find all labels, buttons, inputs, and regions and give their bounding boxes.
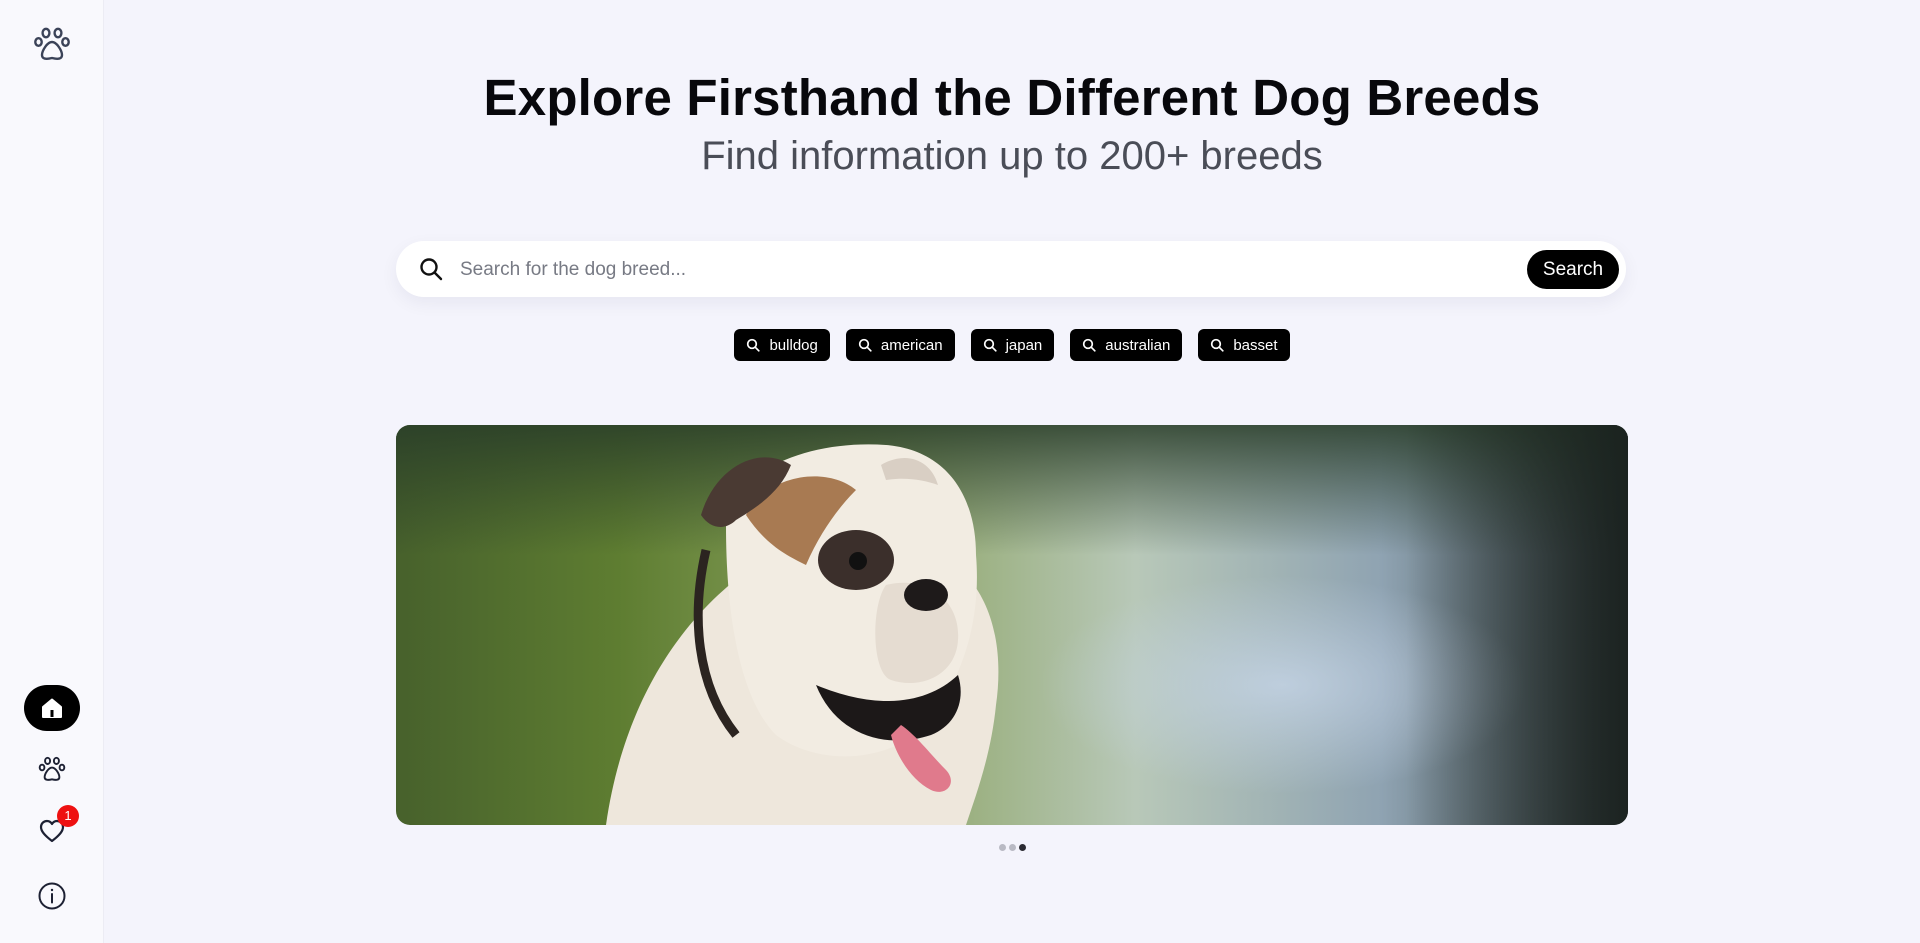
chip-label: american	[880, 336, 943, 354]
paw-icon	[38, 756, 66, 781]
bulldog-photo	[606, 444, 999, 825]
suggestion-chip-bulldog[interactable]: bulldog	[734, 329, 830, 361]
carousel-indicators	[104, 844, 1920, 851]
paw-logo-icon[interactable]	[32, 24, 72, 64]
search-icon	[420, 258, 443, 281]
chip-label: japan	[1005, 336, 1043, 354]
search-icon	[1211, 338, 1224, 352]
search-bar: Search	[396, 241, 1626, 297]
page-subtitle: Find information up to 200+ breeds	[701, 134, 1323, 178]
chip-label: bulldog	[769, 336, 818, 354]
carousel-dot-2[interactable]	[1008, 844, 1016, 851]
carousel-dot-1[interactable]	[998, 844, 1006, 851]
main-content: Explore Firsthand the Different Dog Bree…	[104, 0, 1920, 943]
sidebar: 1	[0, 0, 104, 943]
nav-home-button[interactable]	[24, 685, 80, 731]
page-title: Explore Firsthand the Different Dog Bree…	[483, 69, 1541, 126]
search-button[interactable]: Search	[1527, 250, 1619, 289]
chip-label: basset	[1233, 336, 1278, 354]
search-icon	[858, 338, 872, 352]
info-icon	[38, 882, 66, 910]
favorites-count-badge: 1	[57, 805, 79, 827]
nav-favorites-button[interactable]: 1	[24, 805, 80, 854]
hero-carousel-image[interactable]	[396, 425, 1628, 825]
suggestion-chip-australian[interactable]: australian	[1070, 329, 1183, 361]
app-root: 1 Explore Firsthand the Different Dog Br…	[0, 0, 1920, 943]
suggestion-chip-american[interactable]: american	[845, 329, 955, 361]
nav-breeds-button[interactable]	[24, 746, 80, 792]
search-icon	[1083, 338, 1096, 352]
suggestion-chip-basset[interactable]: basset	[1198, 329, 1290, 361]
nav-info-button[interactable]	[24, 873, 80, 919]
chip-label: australian	[1105, 336, 1171, 354]
suggestion-chips: bulldog american japan australian basset	[104, 329, 1920, 361]
carousel-dot-3[interactable]	[1018, 844, 1026, 851]
search-icon	[747, 338, 761, 352]
home-icon	[42, 698, 62, 718]
search-icon	[983, 338, 997, 352]
hero-background-trees	[1406, 425, 1628, 825]
search-input[interactable]	[458, 251, 1522, 289]
suggestion-chip-japan[interactable]: japan	[970, 329, 1055, 361]
